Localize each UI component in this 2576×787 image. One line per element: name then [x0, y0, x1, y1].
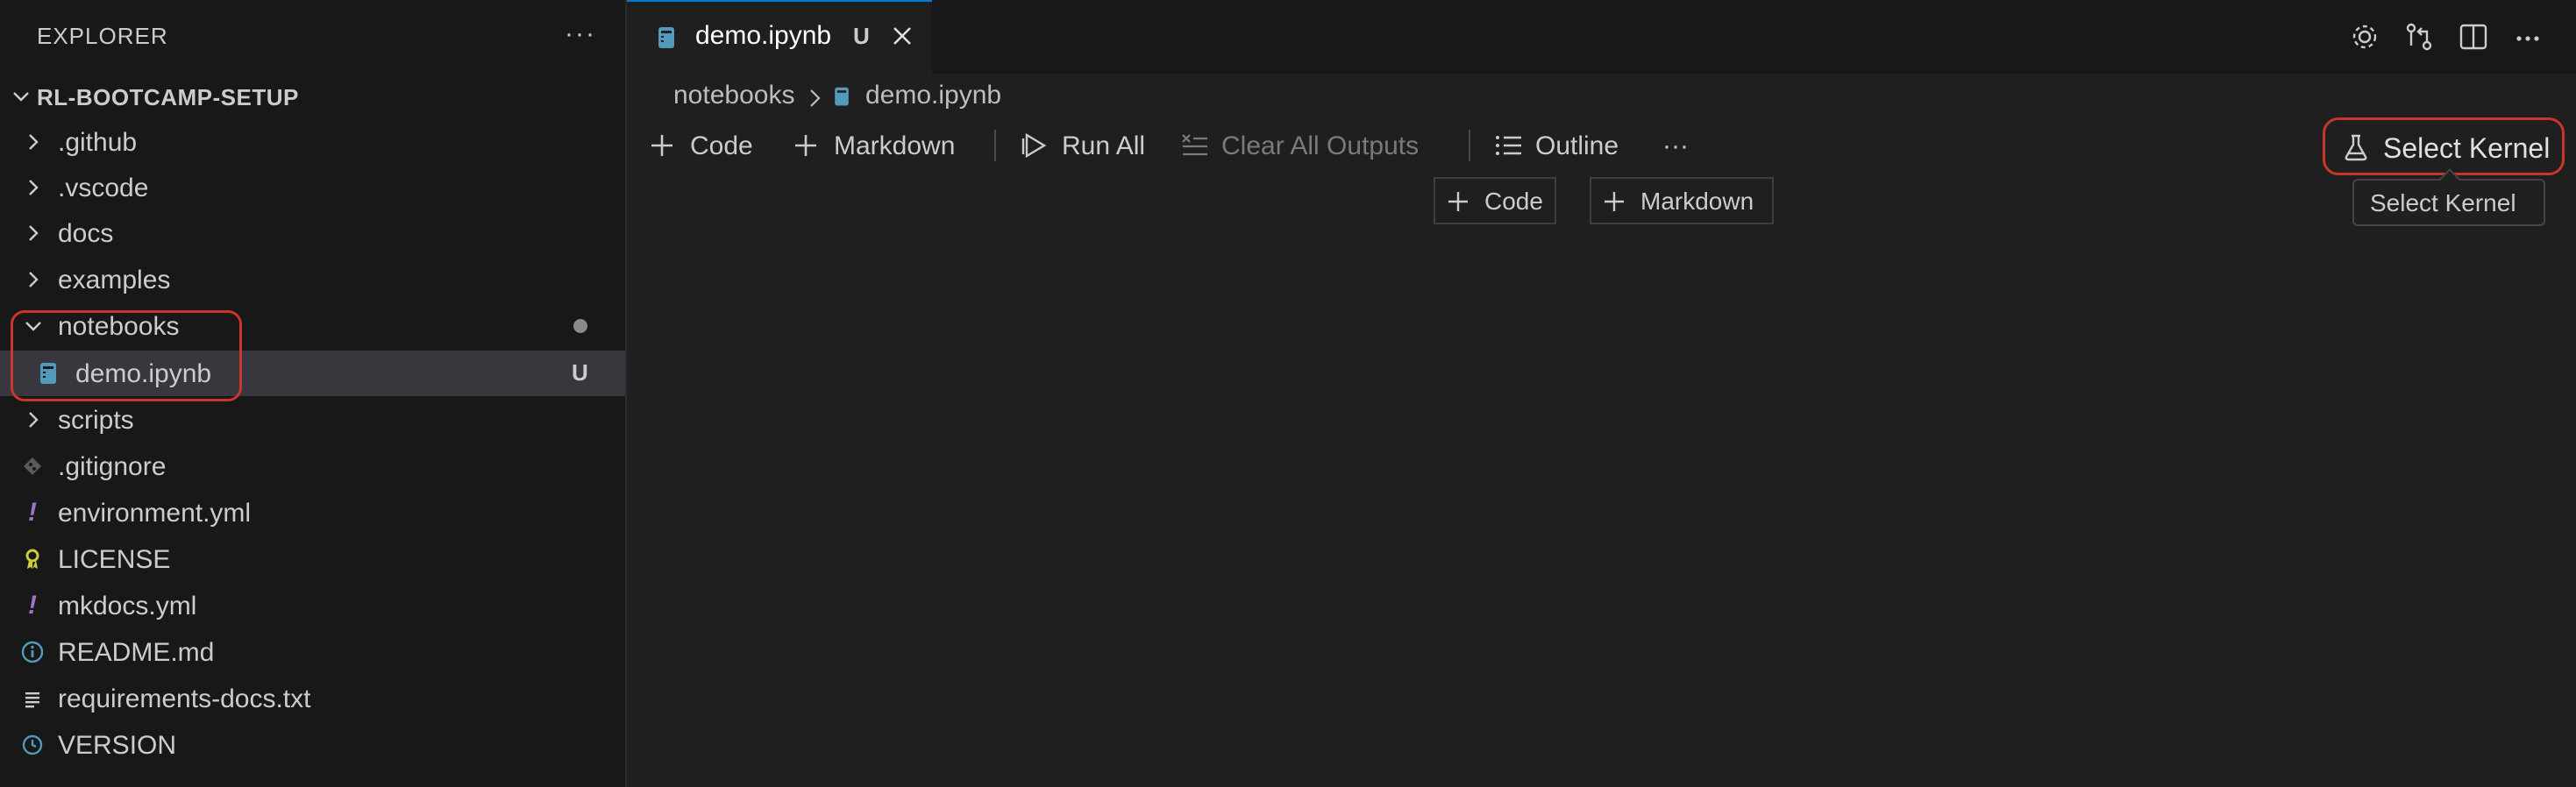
- chevron-right-icon: [29, 412, 39, 428]
- chevron-right-icon: [29, 180, 39, 195]
- explorer-more-actions-button[interactable]: ···: [565, 19, 596, 49]
- yaml-file-icon: !: [28, 591, 37, 620]
- info-file-icon: [21, 641, 44, 663]
- notebook-file-icon: [658, 27, 674, 48]
- more-actions-icon[interactable]: [2510, 19, 2545, 54]
- clock-file-icon: [22, 734, 43, 755]
- run-all-button[interactable]: Run All: [1020, 128, 1169, 163]
- tree-item-label: mkdocs.yml: [58, 592, 197, 620]
- split-editor-icon[interactable]: [2456, 19, 2491, 54]
- notebook-toolbar: Code Markdown Run All Clear All Outputs …: [627, 123, 2576, 168]
- git-file-icon: [24, 457, 41, 475]
- run-all-icon: [1021, 132, 1047, 159]
- tree-item-label: VERSION: [58, 731, 177, 760]
- tree-item-label: .gitignore: [58, 452, 167, 481]
- tree-item-scripts[interactable]: scripts: [0, 397, 625, 443]
- chevron-right-icon: [810, 89, 821, 107]
- select-kernel-tooltip: Select Kernel: [2352, 168, 2545, 226]
- outline-label: Outline: [1535, 131, 1619, 160]
- insert-code-label: Code: [1484, 188, 1543, 215]
- add-code-cell-button[interactable]: Code: [648, 128, 779, 163]
- breadcrumb-folder[interactable]: notebooks: [673, 81, 794, 110]
- toolbar-separator: [1469, 130, 1470, 161]
- tree-item-label: .vscode: [58, 174, 149, 202]
- insert-markdown-cell-button[interactable]: Markdown: [1590, 177, 1774, 224]
- tree-item-label: environment.yml: [58, 499, 252, 528]
- text-file-icon: [25, 692, 39, 708]
- plus-icon: [1605, 192, 1624, 211]
- workspace-name: RL-BOOTCAMP-SETUP: [37, 84, 299, 110]
- tree-item-docs[interactable]: docs: [0, 210, 625, 256]
- tree-item-label: README.md: [58, 638, 215, 667]
- toolbar-more-label: ···: [1662, 131, 1689, 160]
- plus-icon: [795, 135, 816, 156]
- tree-item-readme-md[interactable]: README.md: [0, 629, 625, 675]
- chevron-down-icon: [13, 92, 29, 102]
- add-markdown-cell-button[interactable]: Markdown: [792, 128, 985, 163]
- tree-item-examples[interactable]: examples: [0, 257, 625, 302]
- clear-all-icon: [1182, 134, 1207, 156]
- tree-item-environment-yml[interactable]: ! environment.yml: [0, 490, 625, 535]
- breadcrumb-file[interactable]: demo.ipynb: [865, 81, 1001, 110]
- flask-icon: [2345, 134, 2367, 161]
- plus-icon: [1448, 192, 1468, 211]
- select-kernel-label: Select Kernel: [2383, 132, 2551, 164]
- tab-label: demo.ipynb: [695, 21, 832, 50]
- license-file-icon: [25, 549, 39, 569]
- tree-item-label: .github: [58, 128, 138, 157]
- select-kernel-button[interactable]: Select Kernel: [2323, 117, 2565, 175]
- chevron-right-icon: [29, 225, 39, 241]
- modified-dot-icon: [573, 319, 587, 333]
- list-icon: [1496, 136, 1521, 155]
- tab-demo-ipynb[interactable]: demo.ipynb U: [627, 0, 932, 74]
- tree-item-label: requirements-docs.txt: [58, 684, 311, 713]
- tree-item-version[interactable]: VERSION: [0, 722, 625, 768]
- tree-item-label: scripts: [58, 406, 134, 435]
- source-control-compare-icon[interactable]: [2402, 19, 2437, 54]
- add-code-label: Code: [690, 131, 753, 160]
- gear-icon[interactable]: [2347, 19, 2382, 54]
- tree-item-label: LICENSE: [58, 545, 171, 574]
- tree-item-label: docs: [58, 219, 114, 248]
- toolbar-more-button[interactable]: ···: [1662, 128, 1697, 163]
- tooltip-text: Select Kernel: [2370, 189, 2516, 216]
- add-markdown-label: Markdown: [834, 131, 956, 160]
- insert-markdown-label: Markdown: [1640, 188, 1754, 215]
- yaml-file-icon: !: [28, 498, 37, 527]
- explorer-header: EXPLORER ···: [0, 0, 625, 74]
- close-icon[interactable]: [888, 19, 916, 51]
- tree-item-license[interactable]: LICENSE: [0, 536, 625, 582]
- tab-untracked-badge: U: [853, 23, 870, 49]
- plus-icon: [651, 135, 672, 156]
- tree-item-vscode[interactable]: .vscode: [0, 165, 625, 210]
- outline-button[interactable]: Outline: [1493, 128, 1642, 163]
- editor-area: demo.ipynb U notebooks demo.ipynb Code M…: [627, 0, 2576, 787]
- tree-item-gitignore[interactable]: .gitignore: [0, 443, 625, 489]
- untracked-badge: U: [572, 359, 588, 386]
- tab-bar: demo.ipynb U: [627, 0, 2576, 74]
- tree-item-mkdocs-yml[interactable]: ! mkdocs.yml: [0, 583, 625, 628]
- tree-item-github[interactable]: .github: [0, 119, 625, 165]
- explorer-title: EXPLORER: [37, 23, 168, 49]
- run-all-label: Run All: [1062, 131, 1146, 160]
- highlight-annotation: [11, 310, 242, 401]
- chevron-right-icon: [29, 134, 39, 150]
- insert-code-cell-button[interactable]: Code: [1434, 177, 1556, 224]
- notebook-file-icon: [835, 87, 849, 106]
- chevron-right-icon: [29, 272, 39, 287]
- explorer-sidebar: EXPLORER ··· RL-BOOTCAMP-SETUP .github .…: [0, 0, 627, 787]
- clear-all-outputs-label: Clear All Outputs: [1221, 131, 1420, 160]
- workspace-section-header[interactable]: RL-BOOTCAMP-SETUP: [0, 74, 625, 119]
- clear-all-outputs-button[interactable]: Clear All Outputs: [1179, 128, 1451, 163]
- toolbar-separator: [994, 130, 996, 161]
- tree-item-label: examples: [58, 266, 171, 294]
- tree-item-requirements-docs-txt[interactable]: requirements-docs.txt: [0, 676, 625, 721]
